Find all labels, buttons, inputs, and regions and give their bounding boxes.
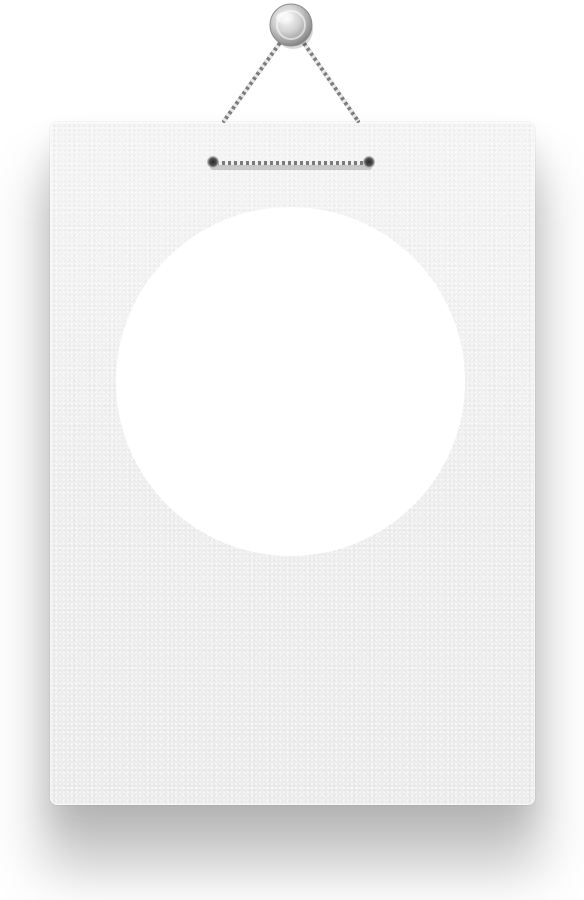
metal-pin-icon <box>269 3 313 49</box>
grommet-hole-left-icon <box>207 156 219 168</box>
grommet-hole-right-icon <box>363 156 375 168</box>
hanger-assembly <box>207 3 375 170</box>
hanging-card-scene <box>0 0 584 900</box>
